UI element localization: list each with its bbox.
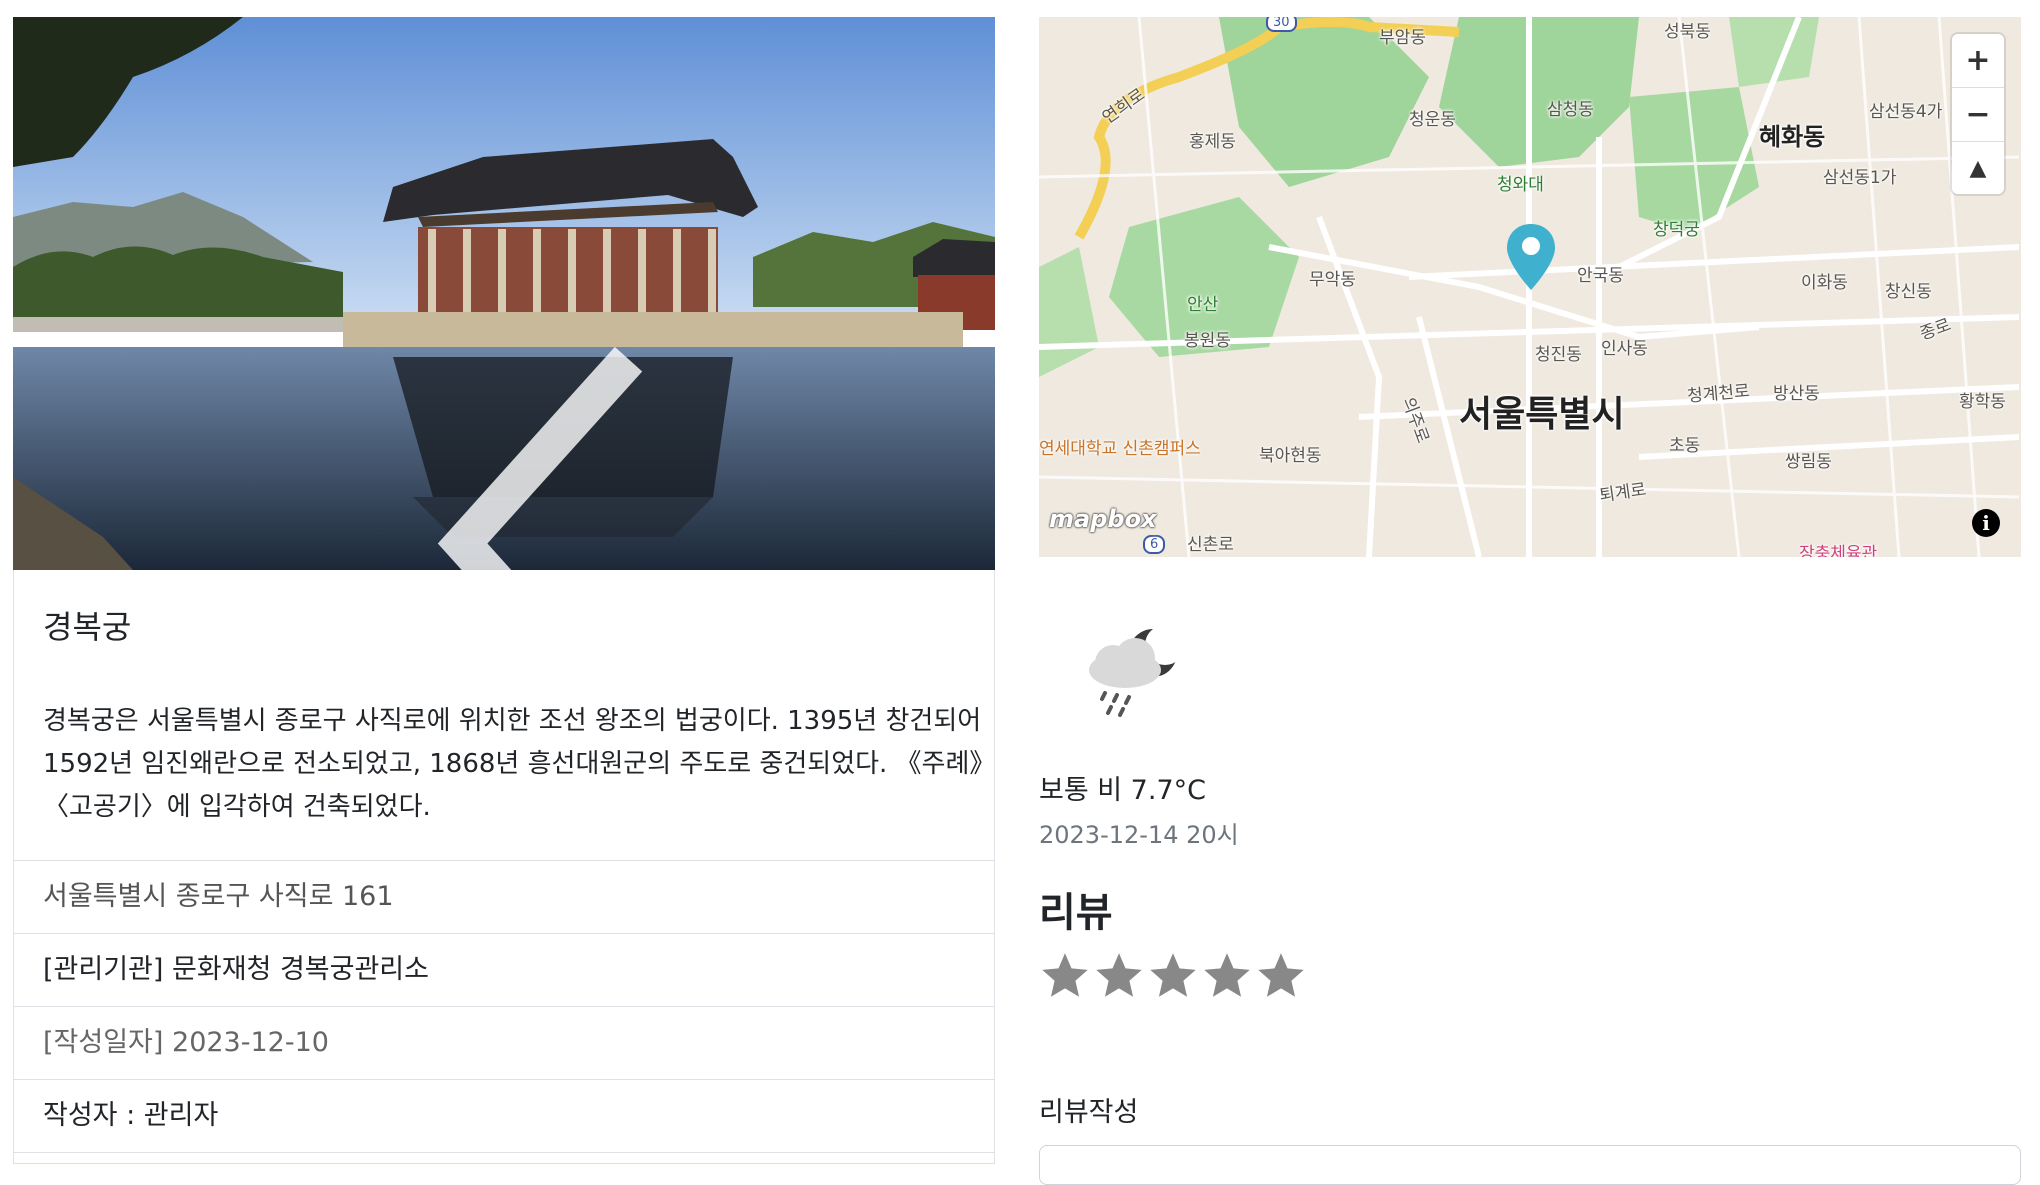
map-label-ansan: 안산 [1187, 295, 1219, 315]
plus-icon[interactable]: + [1952, 34, 2004, 88]
map-label-hyehwa: 혜화동 [1759, 123, 1826, 151]
review-title: 리뷰 [1039, 890, 1113, 936]
map-label-changdeok: 창덕궁 [1653, 220, 1700, 240]
chevron-left-icon[interactable] [73, 267, 995, 570]
place-author: 작성자 : 관리자 [14, 1079, 994, 1152]
road-shield-6: 6 [1143, 535, 1166, 554]
map-label-samseon1: 삼선동1가 [1823, 168, 1897, 188]
place-card: 경복궁 경복궁은 서울특별시 종로구 사직로에 위치한 조선 왕조의 법궁이다.… [13, 570, 995, 1164]
map-label-jangchung: 장충체육관 [1799, 544, 1878, 557]
compass-icon[interactable]: ▲ [1952, 142, 2004, 195]
map-label-samseon4: 삼선동4가 [1869, 102, 1943, 122]
star-icon[interactable] [1201, 950, 1253, 1002]
weather-time: 2023-12-14 20시 [1039, 821, 1239, 849]
image-carousel [13, 17, 995, 570]
map-label-sinchonro: 신촌로 [1187, 535, 1234, 555]
map-view[interactable]: 부암동 성북동 삼청동 청운동 홍제동 혜화동 삼선동4가 삼선동1가 청와대 … [1039, 17, 2021, 557]
place-description: 경복궁은 서울특별시 종로구 사직로에 위치한 조선 왕조의 법궁이다. 139… [43, 706, 983, 822]
place-created-date: [작성일자] 2023-12-10 [14, 1006, 994, 1079]
map-zoom-controls: + − ▲ [1952, 34, 2004, 194]
map-label-seoul: 서울특별시 [1459, 394, 1625, 435]
location-pin-icon[interactable] [1505, 222, 1557, 292]
star-icon[interactable] [1093, 950, 1145, 1002]
star-rating[interactable] [1039, 950, 1307, 1002]
review-write-label: 리뷰작성 [1039, 1097, 1139, 1128]
map-label-bugahyeon: 북아현동 [1259, 446, 1322, 466]
road-shield-30: 30 [1266, 17, 1297, 32]
list-divider [14, 1152, 994, 1164]
map-label-buam: 부암동 [1379, 28, 1426, 48]
info-icon[interactable]: i [1972, 509, 2000, 537]
map-label-samcheong: 삼청동 [1547, 100, 1594, 120]
map-label-yonsei: 연세대학교 신촌캠퍼스 [1039, 439, 1201, 459]
star-icon[interactable] [1147, 950, 1199, 1002]
map-label-ssangnim: 쌍림동 [1785, 452, 1832, 472]
map-label-insa: 인사동 [1601, 339, 1648, 359]
map-label-hongje: 홍제동 [1189, 132, 1236, 152]
chevron-right-icon[interactable] [918, 267, 995, 570]
map-label-changsin: 창신동 [1885, 282, 1932, 302]
place-address: 서울특별시 종로구 사직로 161 [14, 860, 994, 933]
star-icon[interactable] [1039, 950, 1091, 1002]
place-manager: [관리기관] 문화재청 경복궁관리소 [14, 933, 994, 1006]
map-label-hwanghak: 황학동 [1959, 392, 2006, 412]
map-label-cheongjin: 청진동 [1535, 345, 1582, 365]
map-label-ihwa: 이화동 [1801, 273, 1848, 293]
map-label-seongbuk: 성북동 [1664, 22, 1711, 42]
review-textarea[interactable] [1039, 1145, 2021, 1185]
map-label-chodong: 초동 [1669, 436, 1701, 456]
place-title: 경복궁 [43, 608, 132, 646]
star-icon[interactable] [1255, 950, 1307, 1002]
mapbox-logo[interactable]: mapbox [1049, 505, 1157, 533]
minus-icon[interactable]: − [1952, 88, 2004, 142]
map-label-cheongwadae: 청와대 [1497, 175, 1544, 195]
night-rain-icon [1089, 625, 1185, 717]
map-label-muak: 무악동 [1309, 270, 1356, 290]
map-label-cheongun: 청운동 [1409, 110, 1456, 130]
map-label-bongwon: 봉원동 [1184, 331, 1231, 351]
weather-summary: 보통 비 7.7°C [1039, 775, 1206, 806]
map-label-anguk: 안국동 [1577, 266, 1624, 286]
map-label-bangsan: 방산동 [1773, 384, 1820, 404]
